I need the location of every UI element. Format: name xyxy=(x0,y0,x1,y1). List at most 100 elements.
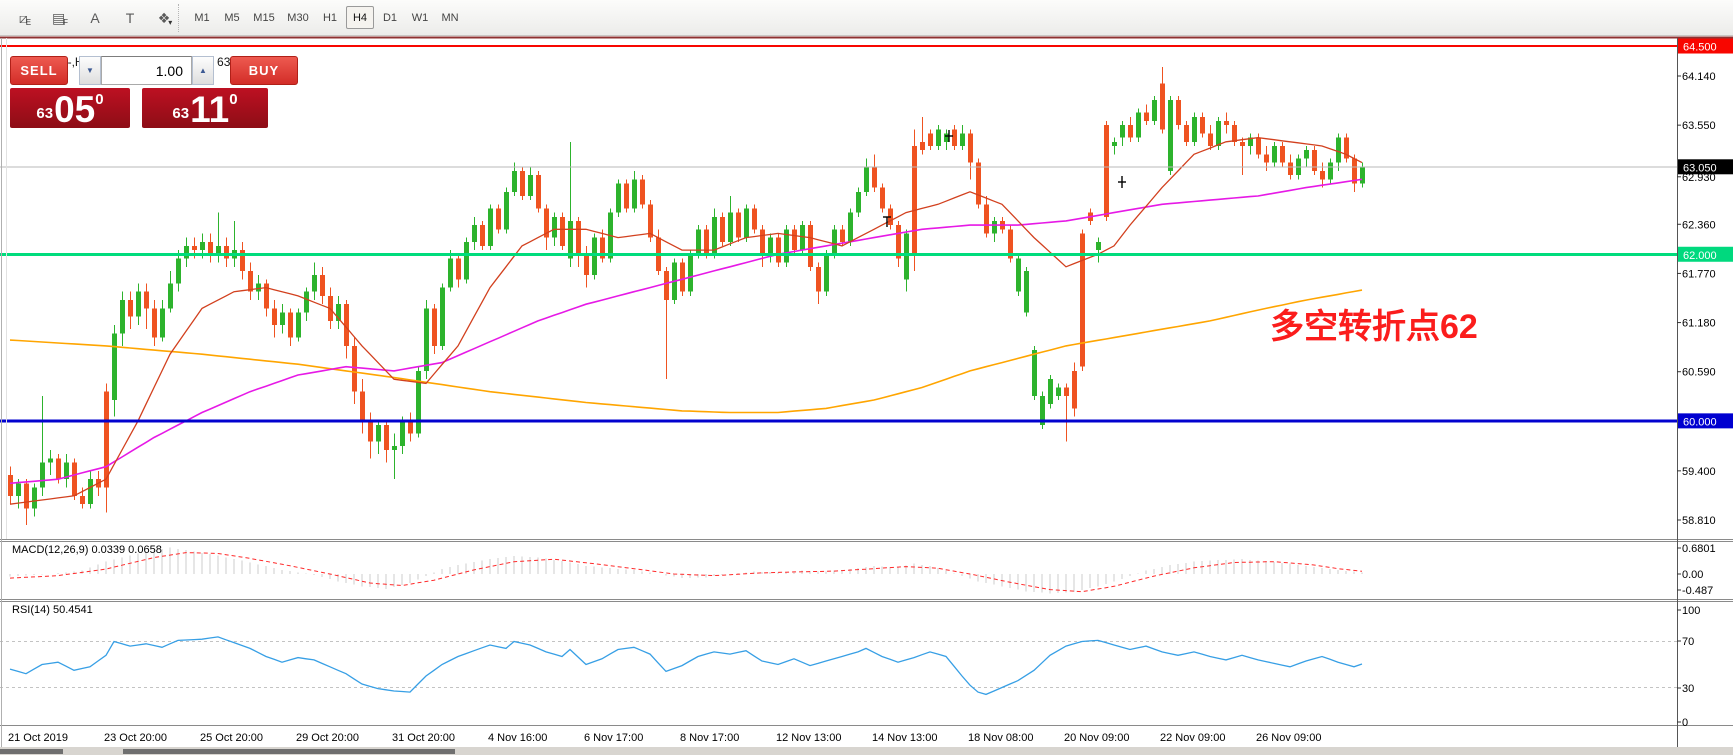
candle xyxy=(792,225,797,255)
price-badge-text: 64.500 xyxy=(1683,42,1717,54)
candle xyxy=(784,225,789,267)
candle xyxy=(616,179,621,217)
scrollbar-segment[interactable] xyxy=(0,749,63,754)
buy-price-big: 11 xyxy=(190,88,230,130)
fibonacci-lines-icon[interactable]: ▤ F xyxy=(47,5,73,31)
price-scale-label: 59.400 xyxy=(1682,466,1716,478)
buy-button[interactable]: BUY xyxy=(230,56,298,85)
price-badge-text: 60.000 xyxy=(1683,416,1717,428)
candle xyxy=(744,204,749,242)
shapes-dropdown-icon[interactable]: ❖ ▾ xyxy=(152,5,178,31)
axis-date-label: 20 Nov 09:00 xyxy=(1064,732,1129,744)
rsi-scale-label: 30 xyxy=(1682,683,1694,695)
timeframe-h1[interactable]: H1 xyxy=(316,6,344,29)
toolbar-separator xyxy=(178,4,179,32)
candle xyxy=(1040,391,1045,430)
candle xyxy=(424,300,429,380)
candle xyxy=(1048,375,1053,409)
candle xyxy=(824,250,829,296)
macd-label: MACD(12,26,9) 0.0339 0.0658 xyxy=(12,544,162,556)
candle xyxy=(776,233,781,267)
candle xyxy=(1104,120,1109,221)
timeframe-mn[interactable]: MN xyxy=(436,6,464,29)
candle xyxy=(1024,266,1029,317)
timeframe-w1[interactable]: W1 xyxy=(406,6,434,29)
candle xyxy=(1016,254,1021,296)
price-scale-label: 64.140 xyxy=(1682,71,1716,83)
axis-date-label: 14 Nov 13:00 xyxy=(872,732,937,744)
price-scale-label: 60.590 xyxy=(1682,367,1716,379)
toolbar: ⧄ E ▤ F A T ❖ ▾ M1 M5 M15 M30 H1 H4 D1 W1 MN xyxy=(0,0,1733,36)
scrollbar-thumb[interactable] xyxy=(123,749,455,754)
candle xyxy=(416,366,421,438)
candle xyxy=(1080,229,1085,371)
equidistant-channel-icon[interactable]: ⧄ E xyxy=(12,5,38,31)
candle xyxy=(624,179,629,213)
candle xyxy=(680,258,685,296)
axis-date-label: 22 Nov 09:00 xyxy=(1160,732,1225,744)
text-box-icon[interactable]: T xyxy=(117,5,143,31)
candle xyxy=(1176,95,1181,130)
candle xyxy=(1192,112,1197,146)
candle xyxy=(464,237,469,284)
price-scale-label: 62.360 xyxy=(1682,219,1716,231)
volume-input[interactable] xyxy=(101,56,192,85)
candle xyxy=(496,204,501,234)
macd-scale-label: 0.00 xyxy=(1682,569,1703,581)
axis-date-label: 31 Oct 20:00 xyxy=(392,732,455,744)
rsi-scale-label: 0 xyxy=(1682,717,1688,729)
text-label-icon[interactable]: A xyxy=(82,5,108,31)
axis-date-label: 23 Oct 20:00 xyxy=(104,732,167,744)
sell-button[interactable]: SELL xyxy=(10,56,68,85)
rsi-scale-label: 100 xyxy=(1682,605,1700,617)
price-scale-label: 61.770 xyxy=(1682,268,1716,280)
axis-date-label: 6 Nov 17:00 xyxy=(584,732,643,744)
candle xyxy=(520,166,525,201)
candle xyxy=(752,204,757,234)
price-badge-text: 62.000 xyxy=(1683,250,1717,262)
candle xyxy=(440,283,445,351)
candle xyxy=(720,212,725,246)
timeframe-m15[interactable]: M15 xyxy=(248,6,280,29)
candle xyxy=(536,170,541,213)
price-badge-63.050: 63.050 xyxy=(1678,159,1733,175)
buy-price-tile[interactable]: 63 11 0 xyxy=(142,88,268,128)
candle xyxy=(592,233,597,280)
candle xyxy=(560,212,565,251)
rsi-scale-label: 70 xyxy=(1682,636,1694,648)
candle xyxy=(1008,225,1013,263)
candle xyxy=(856,187,861,217)
axis-date-label: 4 Nov 16:00 xyxy=(488,732,547,744)
window-top-border xyxy=(0,36,1733,39)
candle xyxy=(912,129,917,271)
axis-date-label: 12 Nov 13:00 xyxy=(776,732,841,744)
rsi-label: RSI(14) 50.4541 xyxy=(12,604,93,616)
candle xyxy=(1152,95,1157,126)
candle xyxy=(1168,95,1173,176)
volume-decrease-button[interactable]: ▼ xyxy=(79,56,101,85)
timeframe-m30[interactable]: M30 xyxy=(282,6,314,29)
timeframe-m5[interactable]: M5 xyxy=(218,6,246,29)
price-scale-label: 58.810 xyxy=(1682,515,1716,527)
sell-price-tile[interactable]: 63 05 0 xyxy=(10,88,130,128)
candle xyxy=(504,187,509,234)
axis-date-label: 21 Oct 2019 xyxy=(8,732,68,744)
candle xyxy=(480,220,485,251)
timeframe-d1[interactable]: D1 xyxy=(376,6,404,29)
macd-scale-label: -0.487 xyxy=(1682,585,1713,597)
candle xyxy=(648,200,653,242)
mt4-window: 多空转折点62 64.140 63.550 62.930 62.360 61.770 61.… xyxy=(0,0,1733,755)
timeframe-h4[interactable]: H4 xyxy=(346,6,374,29)
candle xyxy=(1136,108,1141,142)
sell-price-small: 63 xyxy=(36,105,54,122)
candle xyxy=(808,220,813,271)
buy-price-small: 63 xyxy=(172,105,190,122)
price-badge-60.000: 60.000 xyxy=(1678,413,1733,429)
axis-date-label: 29 Oct 20:00 xyxy=(296,732,359,744)
annotation-text[interactable]: 多空转折点62 xyxy=(1270,308,1478,346)
price-scale-label: 61.180 xyxy=(1682,318,1716,330)
buy-price-sup: 0 xyxy=(229,91,238,108)
volume-increase-button[interactable]: ▲ xyxy=(192,56,214,85)
timeframe-m1[interactable]: M1 xyxy=(188,6,216,29)
candle xyxy=(688,250,693,296)
